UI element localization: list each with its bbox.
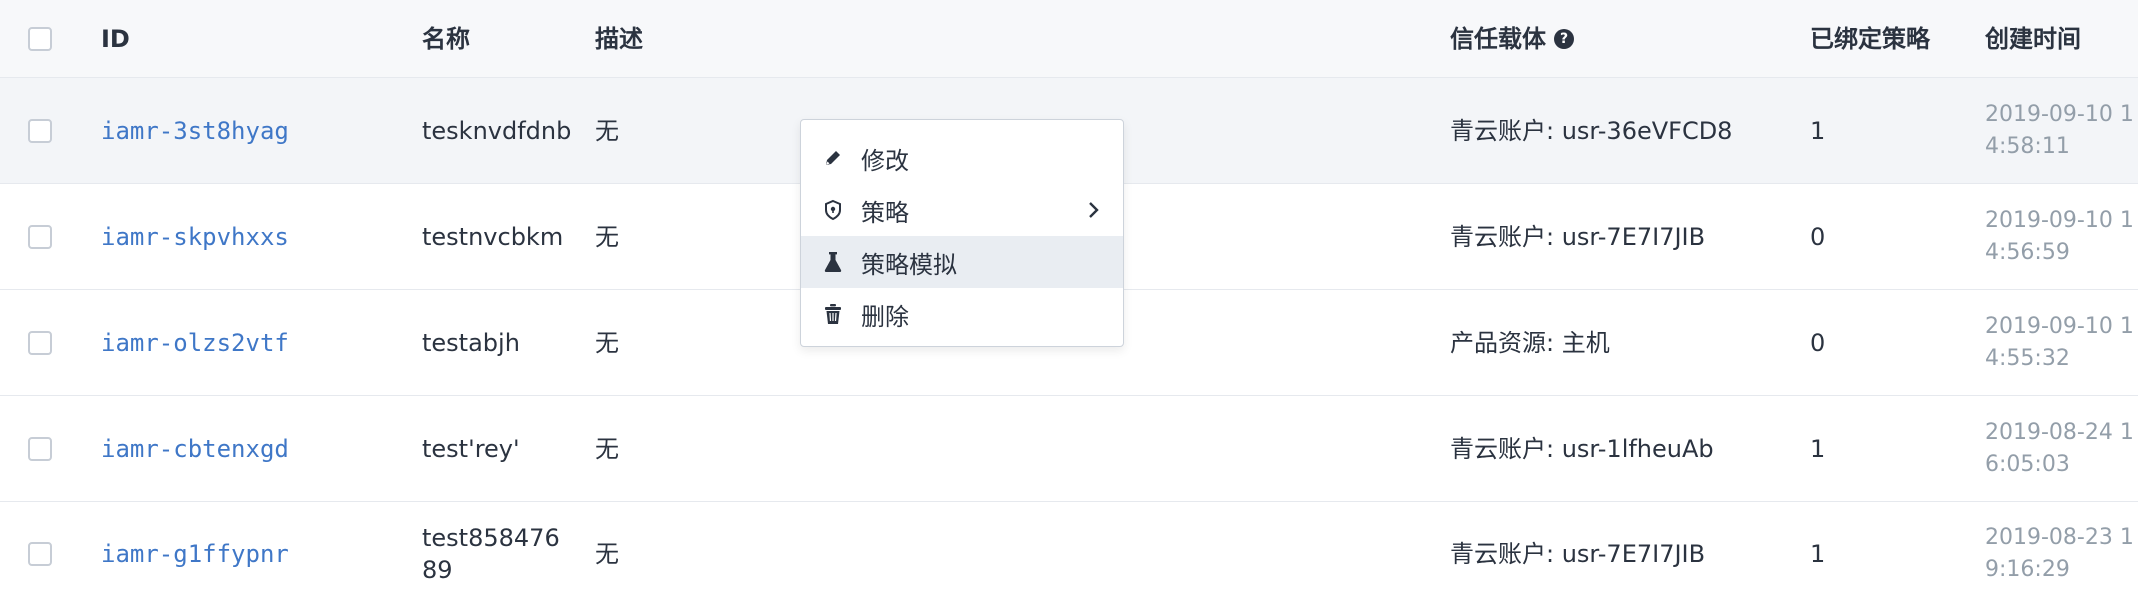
column-header-trust: 信任载体 ? [1450,0,1574,77]
row-checkbox-cell [28,396,52,501]
menu-item-policy-simulation[interactable]: 策略模拟 [801,236,1123,288]
select-all-checkbox[interactable] [28,26,52,51]
menu-item-delete[interactable]: 删除 [801,288,1123,340]
id-cell: iamr-g1ffypnr [101,502,289,606]
name-cell: testabjh [422,328,520,357]
bound-policies-cell: 1 [1810,434,1826,463]
row-checkbox-cell [28,78,52,183]
menu-item-label: 删除 [861,302,909,331]
flask-icon [821,250,845,274]
roles-page: ID 名称 描述 信任载体 ? 已绑定策略 创建时间 iamr-3st8hyag… [0,0,2138,606]
column-header-name[interactable]: 名称 [422,0,572,77]
role-id-link[interactable]: iamr-skpvhxxs [101,221,289,253]
row-checkbox[interactable] [28,436,52,461]
trash-icon [821,302,845,326]
description-cell: 无 [595,222,619,251]
created-time-cell: 2019-08-24 16:05:03 [1985,419,2134,477]
name-cell: testnvcbkm [422,222,564,251]
menu-item-edit[interactable]: 修改 [801,132,1123,184]
id-cell: iamr-olzs2vtf [101,290,289,395]
id-cell: iamr-cbtenxgd [101,396,289,501]
trust-cell: 产品资源: 主机 [1450,328,1610,357]
bound-policies-cell: 0 [1810,328,1826,357]
row-checkbox-cell [28,184,52,289]
shield-icon [821,198,845,222]
id-cell: iamr-skpvhxxs [101,184,289,289]
column-header-bound-policies[interactable]: 已绑定策略 [1810,0,1930,77]
chevron-right-icon [1081,198,1105,222]
description-cell: 无 [595,328,619,357]
column-header-id[interactable]: ID [101,0,130,77]
name-cell: tesknvdfdnb [422,116,572,145]
row-checkbox[interactable] [28,224,52,249]
bound-policies-cell: 1 [1810,116,1826,145]
id-cell: iamr-3st8hyag [101,78,289,183]
row-checkbox[interactable] [28,330,52,355]
column-header-description[interactable]: 描述 [595,0,643,77]
role-id-link[interactable]: iamr-olzs2vtf [101,327,289,359]
trust-cell: 青云账户: usr-1lfheuAb [1450,434,1714,463]
row-checkbox[interactable] [28,542,52,566]
menu-item-label: 策略模拟 [861,250,957,279]
role-id-link[interactable]: iamr-cbtenxgd [101,433,289,465]
description-cell: 无 [595,116,619,145]
bound-policies-cell: 1 [1810,540,1826,568]
column-header-trust-label: 信任载体 [1450,24,1546,53]
menu-item-policy[interactable]: 策略 [801,184,1123,236]
created-time-cell: 2019-09-10 14:55:32 [1985,313,2134,371]
description-cell: 无 [595,540,619,568]
row-context-menu: 修改 策略 策略模拟 删除 [800,119,1124,347]
name-cell: test85847689 [422,524,560,584]
role-id-link[interactable]: iamr-3st8hyag [101,115,289,147]
description-cell: 无 [595,434,619,463]
table-row[interactable]: iamr-cbtenxgd test'rey' 无 青云账户: usr-1lfh… [0,396,2138,502]
menu-item-label: 修改 [861,146,909,175]
row-checkbox-cell [28,502,52,606]
role-id-link[interactable]: iamr-g1ffypnr [101,538,289,570]
name-cell: test'rey' [422,434,520,463]
table-header-row: ID 名称 描述 信任载体 ? 已绑定策略 创建时间 [0,0,2138,78]
pencil-icon [821,146,845,170]
select-all-cell [28,0,52,77]
question-circle-icon[interactable]: ? [1554,28,1574,49]
created-time-cell: 2019-08-23 19:16:29 [1985,525,2134,582]
row-checkbox[interactable] [28,118,52,143]
created-time-cell: 2019-09-10 14:56:59 [1985,207,2134,265]
trust-cell: 青云账户: usr-7E7I7JIB [1450,222,1706,251]
menu-item-label: 策略 [861,198,909,227]
created-time-cell: 2019-09-10 14:58:11 [1985,101,2134,159]
trust-cell: 青云账户: usr-7E7I7JIB [1450,540,1706,568]
row-checkbox-cell [28,290,52,395]
table-row[interactable]: iamr-g1ffypnr test85847689 无 青云账户: usr-7… [0,502,2138,606]
trust-cell: 青云账户: usr-36eVFCD8 [1450,116,1733,145]
column-header-created[interactable]: 创建时间 [1985,0,2135,77]
bound-policies-cell: 0 [1810,222,1826,251]
